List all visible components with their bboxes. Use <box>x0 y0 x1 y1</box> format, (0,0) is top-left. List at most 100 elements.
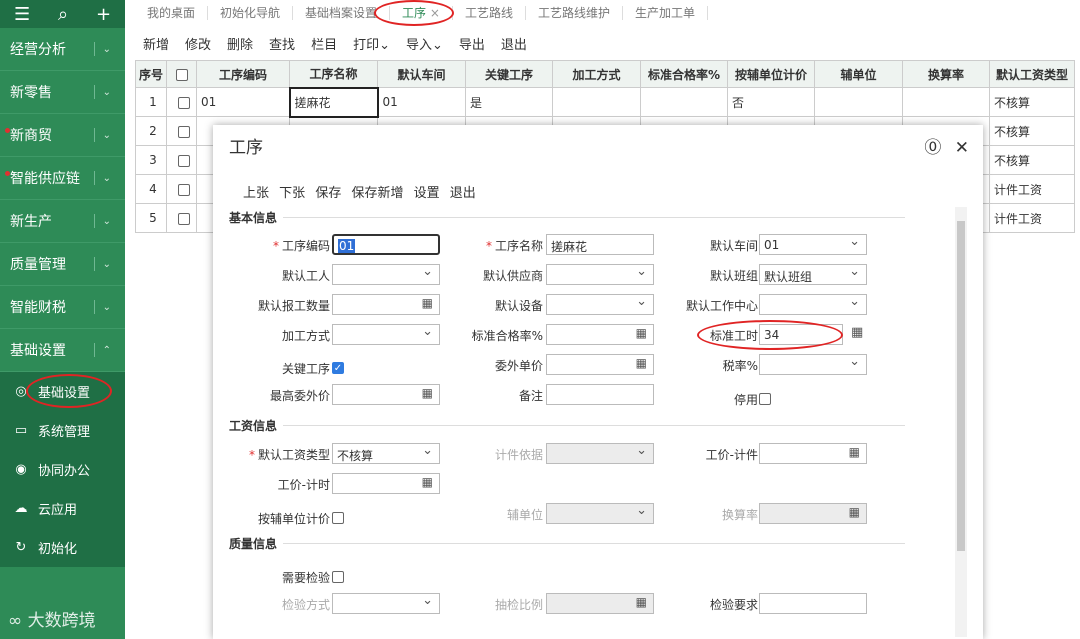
row-checkbox[interactable] <box>166 116 197 146</box>
cell-wage: 计件工资 <box>989 174 1075 204</box>
code-input[interactable]: 01 <box>332 234 440 255</box>
menu-icon[interactable]: ☰ <box>14 4 30 25</box>
delete-button[interactable]: 删除 <box>227 34 253 53</box>
col-header: 按辅单位计价 <box>727 60 815 88</box>
inspect-method-select[interactable] <box>332 593 440 614</box>
exit-button[interactable]: 退出 <box>450 186 476 201</box>
section-title: 工资信息 <box>229 419 278 433</box>
name-input[interactable]: 搓麻花 <box>546 234 654 255</box>
device-select[interactable] <box>546 294 654 315</box>
add-button[interactable]: 新增 <box>143 34 169 53</box>
conv-input[interactable] <box>759 503 867 524</box>
sidebar-item[interactable]: 新生产 ⌄ <box>0 200 125 243</box>
tab-init-nav[interactable]: 初始化导航 <box>208 6 294 20</box>
report-qty-input[interactable] <box>332 294 440 315</box>
tax-select[interactable] <box>759 354 867 375</box>
row-checkbox[interactable] <box>166 87 197 117</box>
sidebar-item[interactable]: 质量管理 ⌄ <box>0 243 125 286</box>
tab-route-maint[interactable]: 工艺路线维护 <box>526 6 623 20</box>
sidebar-item[interactable]: 新零售 ⌄ <box>0 71 125 114</box>
wage-type-select[interactable]: 不核算 <box>332 443 440 464</box>
worker-select[interactable] <box>332 264 440 285</box>
exit-button[interactable]: 退出 <box>501 34 527 53</box>
aux-price-checkbox[interactable] <box>332 512 344 524</box>
sidebar-item-label: 质量管理 <box>10 257 66 273</box>
aux-unit-select[interactable] <box>546 503 654 524</box>
sidebar-item[interactable]: 经营分析 ⌄ <box>0 28 125 71</box>
center-label: 默认工作中心 <box>685 299 758 313</box>
piece-basis-select[interactable] <box>546 443 654 464</box>
notification-dot <box>5 128 10 133</box>
inspect-req-input[interactable] <box>759 593 867 614</box>
row-checkbox[interactable] <box>166 174 197 204</box>
sidebar-item-label: 基础设置 <box>10 343 66 359</box>
row-checkbox[interactable] <box>166 145 197 175</box>
table-row[interactable]: 1 01 搓麻花 01 是 否 不核算 <box>135 86 1075 118</box>
piece-price-input[interactable] <box>759 443 867 464</box>
scroll-thumb[interactable] <box>957 221 965 551</box>
need-inspect-checkbox[interactable] <box>332 571 344 583</box>
sidebar-item[interactable]: 基础设置 ⌃ <box>0 329 125 372</box>
max-outsource-input[interactable] <box>332 384 440 405</box>
sidebar-sub-system[interactable]: ▭ 系统管理 <box>0 411 125 450</box>
calculator-icon[interactable]: ▦ <box>851 325 863 340</box>
tab-process[interactable]: 工序 × <box>374 0 455 26</box>
cell-wage: 不核算 <box>989 145 1075 175</box>
max-outsource-label: 最高委外价 <box>269 389 330 403</box>
print-button[interactable]: 打印⌄ <box>353 34 390 53</box>
method-select[interactable] <box>332 324 440 345</box>
columns-button[interactable]: 栏目 <box>311 34 337 53</box>
pass-rate-label: 标准合格率% <box>471 329 543 343</box>
find-button[interactable]: 查找 <box>269 34 295 53</box>
sidebar-sub-init[interactable]: ↻ 初始化 <box>0 528 125 567</box>
piece-basis-label: 计件依据 <box>494 448 543 462</box>
import-button[interactable]: 导入⌄ <box>406 34 443 53</box>
time-price-input[interactable] <box>332 473 440 494</box>
team-select[interactable]: 默认班组 <box>759 264 867 285</box>
sidebar-item[interactable]: 智能财税 ⌄ <box>0 286 125 329</box>
sidebar-sub-office[interactable]: ◉ 协同办公 <box>0 450 125 489</box>
next-button[interactable]: 下张 <box>279 186 305 201</box>
key-process-checkbox[interactable]: ✓ <box>332 362 344 374</box>
supplier-select[interactable] <box>546 264 654 285</box>
sidebar-item[interactable]: 智能供应链 ⌄ <box>0 157 125 200</box>
process-dialog: 工序 ⓪ ✕ 上张 下张 保存 保存新增 设置 退出 基本信息 * 工序编码 01… <box>213 125 983 639</box>
edit-button[interactable]: 修改 <box>185 34 211 53</box>
search-icon[interactable]: ⌕ <box>58 4 68 25</box>
workshop-select[interactable]: 01 <box>759 234 867 255</box>
col-header: 工序编码 <box>196 60 290 88</box>
close-icon[interactable]: ✕ <box>955 138 969 158</box>
save-new-button[interactable]: 保存新增 <box>351 186 403 201</box>
help-icon[interactable]: ⓪ <box>924 138 941 158</box>
dialog-controls: ⓪ ✕ <box>924 133 969 158</box>
wage-type-label: * 默认工资类型 <box>248 448 330 462</box>
cell-name[interactable]: 搓麻花 <box>288 86 379 118</box>
sidebar-sub-cloud[interactable]: ☁ 云应用 <box>0 489 125 528</box>
tab-production[interactable]: 生产加工单 <box>623 6 708 20</box>
sidebar-item[interactable]: 新商贸 ⌄ <box>0 114 125 157</box>
center-select[interactable] <box>759 294 867 315</box>
save-button[interactable]: 保存 <box>315 186 341 201</box>
settings-button[interactable]: 设置 <box>414 186 440 201</box>
tab-desktop[interactable]: 我的桌面 <box>135 6 209 20</box>
chevron-down-icon: ⌄ <box>102 258 111 270</box>
prev-button[interactable]: 上张 <box>243 186 269 201</box>
tab-route[interactable]: 工艺路线 <box>453 6 526 20</box>
select-all-checkbox[interactable] <box>166 60 197 88</box>
row-no: 1 <box>135 87 167 117</box>
col-header: 标准合格率% <box>640 60 728 88</box>
sample-ratio-input[interactable] <box>546 593 654 614</box>
plus-icon[interactable]: + <box>96 4 111 25</box>
export-button[interactable]: 导出 <box>459 34 485 53</box>
remark-input[interactable] <box>546 384 654 405</box>
col-header: 加工方式 <box>552 60 641 88</box>
row-checkbox[interactable] <box>166 203 197 233</box>
scrollbar[interactable] <box>955 207 967 637</box>
outsource-price-input[interactable] <box>546 354 654 375</box>
name-label: * 工序名称 <box>485 239 543 253</box>
disable-checkbox[interactable] <box>759 393 771 405</box>
cell-workshop: 01 <box>377 87 466 117</box>
pass-rate-input[interactable] <box>546 324 654 345</box>
sidebar-sub-basic-settings[interactable]: ◎ 基础设置 <box>0 372 125 411</box>
sidebar: ☰ ⌕ + 经营分析 ⌄ 新零售 ⌄ 新商贸 ⌄ 智能供应链 ⌄ 新生产 ⌄ 质量管理 ⌄ … <box>0 0 125 639</box>
